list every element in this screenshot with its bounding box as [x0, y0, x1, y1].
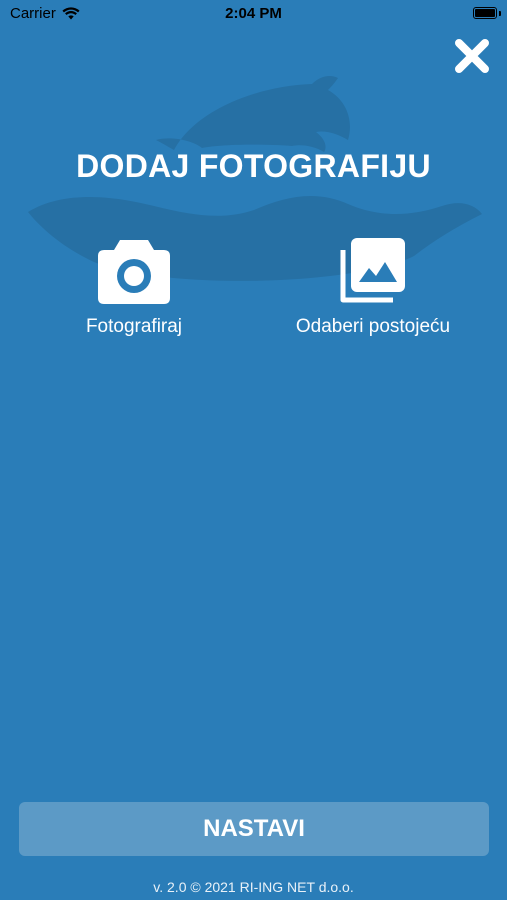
continue-button[interactable]: NASTAVI: [19, 802, 489, 856]
take-photo-option[interactable]: Fotografiraj: [29, 236, 239, 338]
gallery-icon: [340, 238, 405, 303]
status-time: 2:04 PM: [225, 5, 282, 22]
close-icon: [455, 39, 489, 73]
take-photo-label: Fotografiraj: [85, 316, 183, 337]
choose-existing-label: Odaberi postojeću: [295, 316, 451, 337]
close-button[interactable]: [452, 36, 492, 76]
choose-existing-option[interactable]: Odaberi postojeću: [268, 236, 478, 338]
version-label: v. 2.0 © 2021 RI-ING NET d.o.o.: [153, 879, 354, 895]
status-bar: Carrier 2:04 PM: [0, 0, 507, 28]
battery-cap: [499, 11, 501, 16]
page-title: DODAJ FOTOGRAFIJU: [76, 148, 431, 184]
battery-icon: [473, 7, 497, 19]
camera-icon: [98, 240, 170, 304]
